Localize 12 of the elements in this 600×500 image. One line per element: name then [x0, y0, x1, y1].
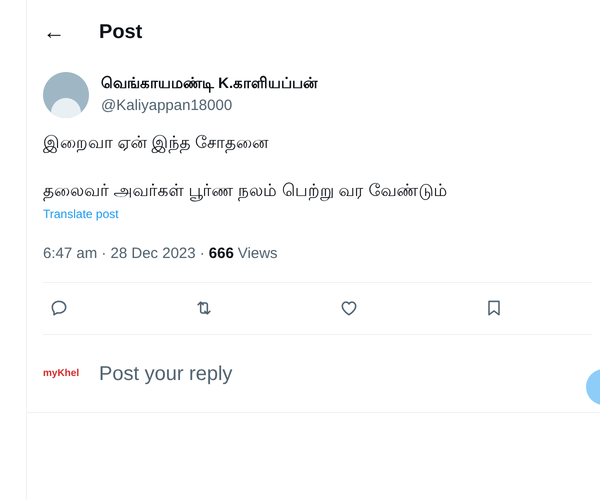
author-name[interactable]: வெங்காயமண்டி K.காளியப்பன்: [101, 72, 318, 95]
timestamp[interactable]: 6:47 am · 28 Dec 2023 ·: [43, 243, 205, 266]
speech-bubble-icon[interactable]: [49, 298, 69, 318]
post-text: இறைவா ஏன் இந்த சோதனை: [43, 132, 270, 156]
views-label: Views: [238, 244, 278, 264]
page-title: Post: [99, 20, 142, 45]
reply-avatar-logo: myKhel: [43, 367, 80, 381]
post-text: தலைவர் அவர்கள் பூர்ண நலம் பெற்று வர வேண்டும்: [43, 180, 448, 203]
back-arrow[interactable]: ←: [43, 21, 65, 43]
author-handle[interactable]: @Kaliyappan18000: [101, 95, 318, 118]
reply-input-field[interactable]: Post your reply: [99, 358, 399, 388]
views-count: 666: [208, 244, 234, 264]
